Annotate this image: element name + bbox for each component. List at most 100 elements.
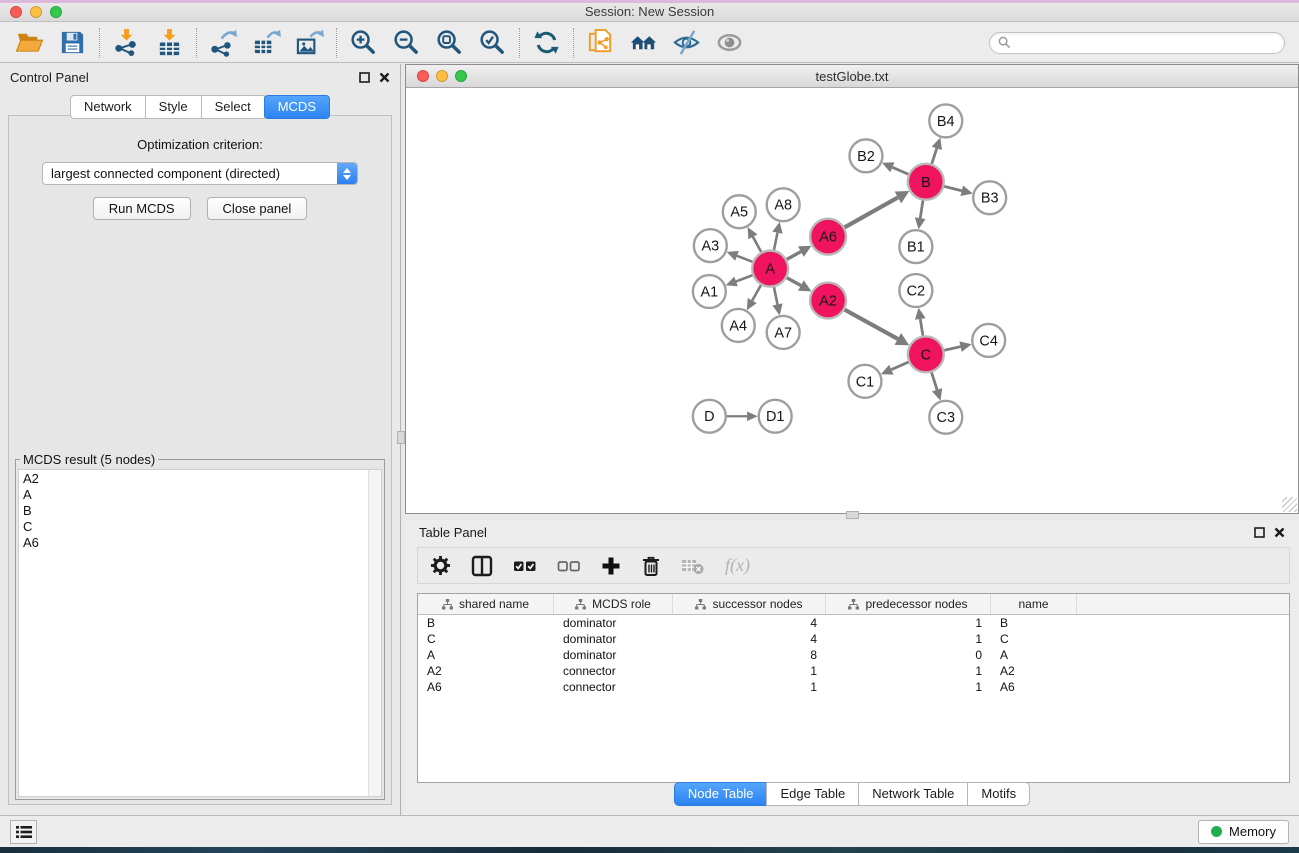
node-B3[interactable]: B3	[973, 181, 1006, 214]
result-item[interactable]: A2	[23, 471, 377, 487]
float-panel-icon[interactable]	[359, 72, 370, 83]
edge-C-C4[interactable]	[944, 347, 960, 351]
import-table-button[interactable]	[148, 26, 191, 60]
node-A2[interactable]: A2	[810, 283, 846, 319]
column-header-name[interactable]: name	[991, 594, 1077, 614]
node-C[interactable]: C	[908, 336, 944, 372]
search-field[interactable]	[989, 32, 1285, 54]
node-D1[interactable]: D1	[759, 400, 792, 433]
node-A5[interactable]: A5	[723, 195, 756, 228]
node-A4[interactable]: A4	[722, 309, 755, 342]
node-A6[interactable]: A6	[810, 219, 846, 255]
memory-button[interactable]: Memory	[1198, 820, 1289, 844]
edge-A-A1[interactable]	[736, 275, 752, 281]
edge-A-A3[interactable]	[737, 256, 752, 262]
result-item[interactable]: A	[23, 487, 377, 503]
deselect-all-rows-button[interactable]	[557, 558, 581, 574]
table-row[interactable]: A2connector11A2	[418, 663, 1289, 679]
tab-edge-table[interactable]: Edge Table	[766, 782, 859, 806]
node-A7[interactable]: A7	[767, 316, 800, 349]
export-table-button[interactable]	[245, 26, 288, 60]
show-all-button[interactable]	[708, 26, 751, 60]
search-input[interactable]	[1016, 36, 1276, 50]
network-canvas[interactable]: B4B2BB3A5A8A6A3B1AA1C2A2A4A7C4CC1C3DD1	[406, 88, 1298, 513]
edge-B-B3[interactable]	[944, 186, 962, 190]
tab-node-table[interactable]: Node Table	[674, 782, 768, 806]
close-table-panel-icon[interactable]	[1274, 527, 1285, 538]
first-neighbors-button[interactable]	[622, 26, 665, 60]
edge-A-A7[interactable]	[774, 287, 778, 304]
close-panel-icon[interactable]	[379, 72, 390, 83]
result-scrollbar[interactable]	[368, 470, 381, 796]
node-A1[interactable]: A1	[693, 275, 726, 308]
column-header-successor-nodes[interactable]: successor nodes	[673, 594, 826, 614]
edge-A2-C[interactable]	[845, 310, 898, 339]
float-table-panel-icon[interactable]	[1254, 527, 1265, 538]
refresh-layout-button[interactable]	[525, 26, 568, 60]
optimization-criterion-dropdown[interactable]: largest connected component (directed)	[42, 162, 358, 185]
task-history-button[interactable]	[10, 820, 37, 844]
edge-A-A6[interactable]	[787, 252, 801, 260]
edge-A-A2[interactable]	[787, 278, 801, 286]
node-B1[interactable]: B1	[899, 230, 932, 263]
import-network-button[interactable]	[105, 26, 148, 60]
node-C2[interactable]: C2	[899, 274, 932, 307]
table-row[interactable]: Adominator80A	[418, 647, 1289, 663]
table-row[interactable]: Cdominator41C	[418, 631, 1289, 647]
node-C3[interactable]: C3	[929, 401, 962, 434]
delete-column-button[interactable]	[641, 555, 661, 577]
clone-network-button[interactable]	[579, 26, 622, 60]
export-image-button[interactable]	[288, 26, 331, 60]
zoom-selected-button[interactable]	[471, 26, 514, 60]
network-window-titlebar[interactable]: testGlobe.txt	[406, 65, 1298, 88]
tab-style[interactable]: Style	[145, 95, 202, 119]
tab-motifs[interactable]: Motifs	[967, 782, 1030, 806]
table-row[interactable]: A6connector11A6	[418, 679, 1289, 695]
tab-select[interactable]: Select	[201, 95, 265, 119]
close-panel-button[interactable]: Close panel	[207, 197, 308, 220]
node-A3[interactable]: A3	[694, 229, 727, 262]
zoom-fit-button[interactable]	[428, 26, 471, 60]
horizontal-splitter-handle[interactable]	[846, 511, 859, 519]
node-D[interactable]: D	[693, 400, 726, 433]
export-network-button[interactable]	[202, 26, 245, 60]
tab-network-table[interactable]: Network Table	[858, 782, 968, 806]
node-C1[interactable]: C1	[849, 365, 882, 398]
edge-C-C2[interactable]	[920, 319, 923, 336]
column-header-MCDS-role[interactable]: MCDS role	[554, 594, 673, 614]
delete-table-button[interactable]	[681, 557, 705, 575]
vertical-splitter-handle[interactable]	[397, 431, 405, 444]
edge-A-A8[interactable]	[774, 233, 778, 250]
edge-B-B1[interactable]	[920, 201, 923, 219]
run-mcds-button[interactable]: Run MCDS	[93, 197, 191, 220]
open-file-button[interactable]	[8, 26, 51, 60]
create-column-button[interactable]	[601, 556, 621, 576]
zoom-in-button[interactable]	[342, 26, 385, 60]
edge-B-B2[interactable]	[892, 167, 908, 174]
node-A[interactable]: A	[752, 251, 788, 287]
edge-C-C3[interactable]	[932, 372, 938, 389]
hide-selected-button[interactable]	[665, 26, 708, 60]
apply-function-button[interactable]: f(x)	[725, 555, 750, 576]
select-all-rows-button[interactable]	[513, 558, 537, 574]
tab-mcds[interactable]: MCDS	[264, 95, 330, 119]
edge-C-C1[interactable]	[891, 362, 908, 370]
node-A8[interactable]: A8	[767, 188, 800, 221]
window-resize-grip[interactable]	[1282, 497, 1297, 512]
table-row[interactable]: Bdominator41B	[418, 615, 1289, 631]
node-C4[interactable]: C4	[972, 324, 1005, 357]
node-B4[interactable]: B4	[929, 104, 962, 137]
zoom-out-button[interactable]	[385, 26, 428, 60]
node-B[interactable]: B	[908, 164, 944, 200]
result-item[interactable]: C	[23, 519, 377, 535]
column-header-shared-name[interactable]: shared name	[418, 594, 554, 614]
show-columns-button[interactable]	[471, 555, 493, 577]
result-item[interactable]: B	[23, 503, 377, 519]
edge-A6-B[interactable]	[845, 197, 898, 227]
table-settings-button[interactable]	[430, 555, 451, 576]
edge-A-A5[interactable]	[753, 237, 761, 252]
edge-A-A4[interactable]	[752, 285, 761, 300]
result-item[interactable]: A6	[23, 535, 377, 551]
column-header-predecessor-nodes[interactable]: predecessor nodes	[826, 594, 991, 614]
save-session-button[interactable]	[51, 26, 94, 60]
